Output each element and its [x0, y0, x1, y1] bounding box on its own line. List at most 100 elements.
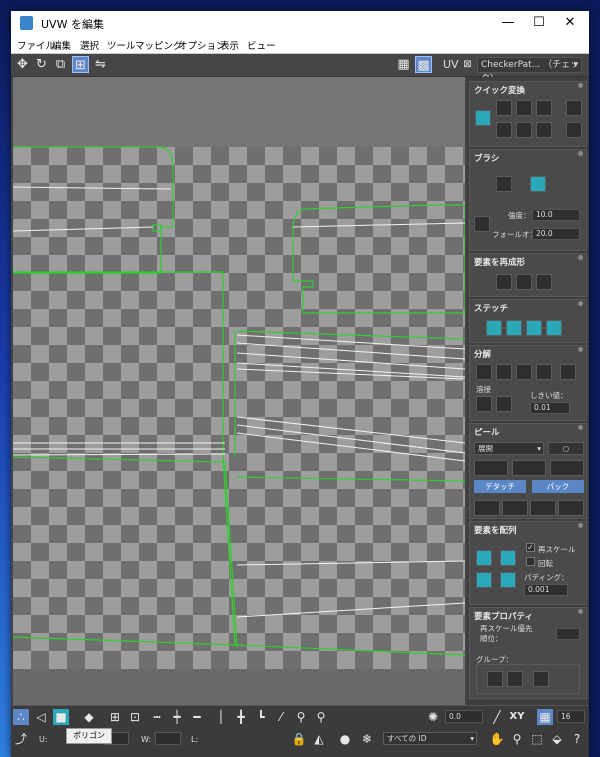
freeze-icon[interactable]: ❄ [359, 731, 375, 747]
pin-edge-icon[interactable] [530, 500, 556, 516]
strength-field[interactable]: 10.0 [532, 209, 580, 221]
explode-checker-icon[interactable] [536, 364, 552, 380]
title-bar[interactable]: UVW を編集 — ☐ ✕ [11, 11, 589, 35]
scale-icon[interactable]: ⧉ [52, 56, 69, 73]
align-center-icon[interactable] [475, 110, 491, 126]
pack-custom-icon[interactable] [500, 550, 516, 566]
menu-edit[interactable]: 編集 [52, 38, 71, 52]
rotate-icon[interactable]: ↻ [33, 56, 50, 73]
align-top-icon[interactable] [566, 100, 582, 116]
move-icon[interactable]: ✥ [14, 56, 31, 73]
group-add-icon[interactable] [507, 671, 523, 687]
rotate-ccw-icon[interactable] [536, 100, 552, 116]
relax-icon[interactable] [516, 274, 532, 290]
ring-grow-icon[interactable]: ╋ [233, 709, 249, 725]
peel-quick-icon[interactable] [474, 460, 508, 476]
pin-vertex-icon[interactable] [474, 500, 500, 516]
space-horizontal-icon[interactable] [516, 100, 532, 116]
angle-snap-icon[interactable]: ✺ [425, 709, 441, 725]
grid-snap-icon[interactable]: ▦ [537, 709, 553, 725]
uv-mode-button[interactable]: UV [443, 58, 459, 71]
menu-options[interactable]: オプション [178, 38, 226, 52]
help-icon[interactable]: ? [569, 731, 585, 747]
paint-select-icon[interactable]: ⁄ [273, 709, 289, 725]
paint-brush-icon[interactable] [496, 176, 512, 192]
menu-mapping[interactable]: マッピング [135, 38, 183, 52]
paint-shrink-icon[interactable]: ⚲ [313, 709, 329, 725]
grid-field[interactable]: 16 [557, 710, 585, 723]
show-map-icon[interactable]: ▦ [395, 56, 412, 73]
space-vertical-icon[interactable] [516, 122, 532, 138]
group-remove-icon[interactable] [533, 671, 549, 687]
explode-grid-icon[interactable] [516, 364, 532, 380]
loop-grow-icon[interactable]: ┿ [169, 709, 185, 725]
menu-tools[interactable]: ツール [107, 38, 136, 52]
explode-menu-icon[interactable] [560, 364, 576, 380]
edge-select-icon[interactable]: ◁ [33, 709, 49, 725]
menu-view[interactable]: ビュー [247, 38, 276, 52]
detach-edge-icon[interactable] [496, 364, 512, 380]
falloff-field[interactable]: 20.0 [532, 228, 580, 240]
pack-normalize-icon[interactable] [476, 550, 492, 566]
visibility-icon[interactable]: ● [337, 731, 353, 747]
unpin-edge-icon[interactable] [558, 500, 584, 516]
menu-select[interactable]: 選択 [80, 38, 99, 52]
select-grow-icon[interactable]: ⊞ [107, 709, 123, 725]
zoom-icon[interactable]: ⚲ [509, 731, 525, 747]
select-shrink-icon[interactable]: ⊡ [127, 709, 143, 725]
peel-options-button[interactable]: ○ [548, 442, 584, 455]
zoom-region-icon[interactable]: ⬚ [529, 731, 545, 747]
texture-select[interactable]: CheckerPat... （チェック）▾ [477, 57, 582, 84]
polygon-select-icon[interactable]: ■ [53, 709, 69, 725]
hide-icon[interactable]: ◭ [311, 731, 327, 747]
w-field[interactable] [155, 732, 181, 745]
padding-field[interactable]: 0.001 [524, 584, 568, 596]
mirror-icon[interactable]: ⇋ [92, 56, 109, 73]
pack-rescale-icon[interactable] [500, 572, 516, 588]
group-select-icon[interactable] [487, 671, 503, 687]
align-horizontal-icon[interactable] [496, 100, 512, 116]
loop-shrink-icon[interactable]: ━ [189, 709, 205, 725]
stitch-source-icon[interactable] [506, 320, 522, 336]
peel-lscm-icon[interactable] [512, 460, 546, 476]
angle-field[interactable]: 0.0 [445, 710, 483, 723]
vertex-select-icon[interactable]: ∴ [13, 709, 29, 725]
menu-file[interactable]: ファイル [17, 38, 55, 52]
weld-selected-icon[interactable] [476, 396, 492, 412]
minimize-button[interactable]: — [493, 13, 523, 33]
pack-together-icon[interactable] [476, 572, 492, 588]
menu-display[interactable]: 表示 [220, 38, 239, 52]
element-select-icon[interactable]: ◆ [81, 709, 97, 725]
brush-line-icon[interactable] [474, 216, 490, 232]
zoom-extents-icon[interactable]: ⬙ [549, 731, 565, 747]
lock-icon[interactable]: 🔒 [291, 731, 307, 747]
rescale-checkbox[interactable]: ✓ [526, 543, 535, 552]
rotate-cw-icon[interactable] [536, 122, 552, 138]
checker-icon[interactable]: ▩ [415, 56, 432, 73]
detach-button[interactable]: デタッチ [474, 480, 526, 493]
maximize-button[interactable]: ☐ [524, 13, 554, 33]
coord-mode-icon[interactable]: ⤴ [13, 731, 29, 747]
loop-select-icon[interactable]: ┅ [149, 709, 165, 725]
threshold-field[interactable]: 0.01 [530, 402, 570, 414]
break-icon[interactable] [476, 364, 492, 380]
rescale-priority-field[interactable] [556, 628, 580, 640]
stitch-average-icon[interactable] [526, 320, 542, 336]
uv-viewport[interactable] [13, 77, 465, 705]
lock-icon[interactable]: ⊠ [459, 56, 476, 73]
close-button[interactable]: ✕ [555, 13, 585, 33]
stitch-target-icon[interactable] [546, 320, 562, 336]
slash-tool-icon[interactable]: ╱ [489, 709, 505, 725]
xy-toggle[interactable]: XY [509, 709, 525, 725]
pan-icon[interactable]: ✋ [489, 731, 505, 747]
pack-button[interactable]: パック [532, 480, 584, 493]
peel-reset-icon[interactable] [550, 460, 584, 476]
unpin-vertex-icon[interactable] [502, 500, 528, 516]
weld-target-icon[interactable] [496, 396, 512, 412]
straighten-icon[interactable] [496, 274, 512, 290]
peel-mode-select[interactable]: 展開 ▾ [474, 442, 544, 455]
flatten-icon[interactable] [536, 274, 552, 290]
paint-grow-icon[interactable]: ⚲ [293, 709, 309, 725]
stitch-custom-icon[interactable] [486, 320, 502, 336]
freeform-icon[interactable]: ⊞ [72, 56, 89, 73]
